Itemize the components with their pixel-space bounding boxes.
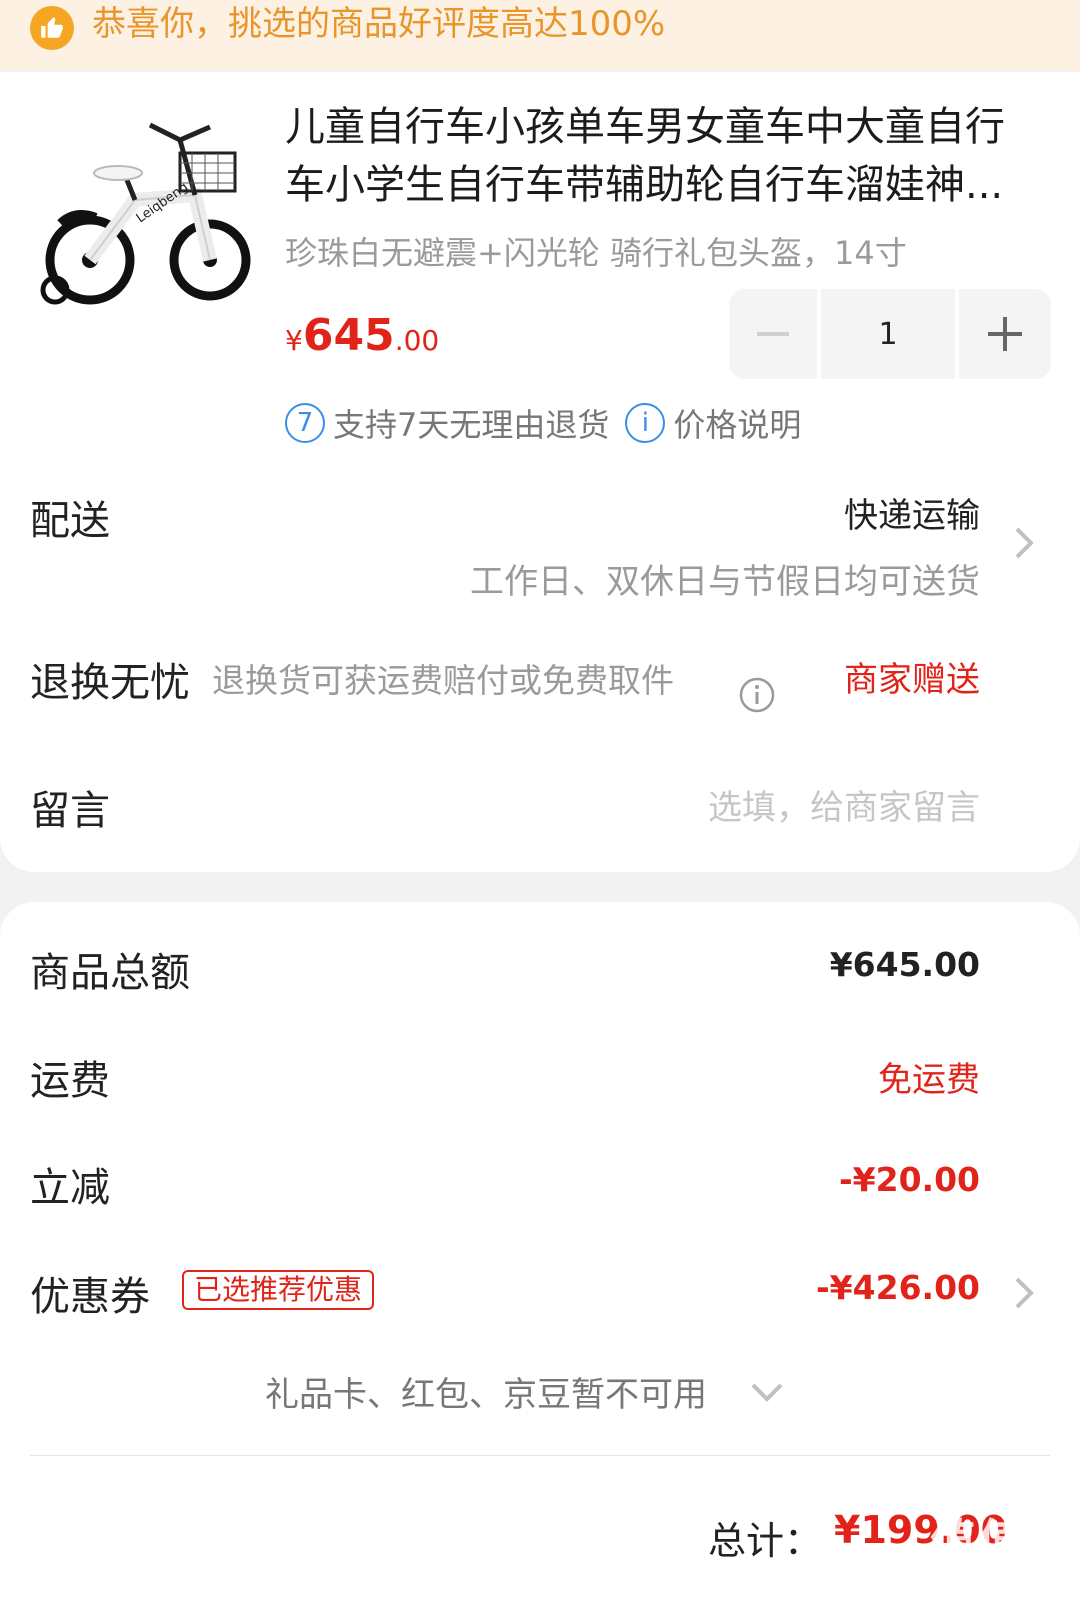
- product-title-line1: 儿童自行车小孩单车男女童车中大童自行: [285, 104, 1005, 150]
- plus-icon: [988, 317, 1022, 351]
- coupon-label: 优惠券: [30, 1274, 150, 1320]
- shipping-value: 免运费: [878, 1060, 980, 1100]
- returns-info-icon[interactable]: [739, 677, 775, 717]
- price-decimal: .00: [394, 324, 440, 357]
- price-explanation-link[interactable]: 价格说明: [673, 400, 801, 446]
- total-label: 总计：: [708, 1519, 823, 1563]
- product-image[interactable]: Leiqbeng: [30, 105, 260, 315]
- summary-divider: [30, 1455, 1050, 1456]
- top-banner: 恭喜你，挑选的商品好评度高达100%: [0, 0, 1080, 70]
- discount-value: -¥20.00: [838, 1160, 980, 1199]
- decrease-button[interactable]: [729, 289, 817, 379]
- coupon-chevron-right-icon[interactable]: [1012, 1275, 1036, 1315]
- delivery-label: 配送: [30, 498, 110, 544]
- message-label: 留言: [30, 788, 110, 834]
- product-title-line2: 车小学生自行车带辅助轮自行车溜娃神...: [285, 162, 1004, 208]
- minus-icon: [757, 332, 789, 336]
- increase-button[interactable]: [959, 289, 1051, 379]
- returns-value: 商家赠送: [844, 660, 980, 700]
- chevron-down-icon[interactable]: [750, 1380, 784, 1408]
- returns-detail: 退换货可获运费赔付或免费取件: [212, 661, 674, 700]
- goods-total-value: ¥645.00: [829, 945, 980, 984]
- delivery-method[interactable]: 快递运输: [844, 488, 980, 537]
- gift-card-unavailable-toggle[interactable]: 礼品卡、红包、京豆暂不可用: [265, 1367, 707, 1416]
- quantity-value[interactable]: 1: [821, 289, 955, 379]
- info-icon: i: [625, 403, 666, 443]
- discount-label: 立减: [30, 1165, 110, 1211]
- delivery-chevron-right-icon[interactable]: [1012, 525, 1036, 565]
- watermark-url: zhizhizhi.com: [930, 1590, 1052, 1611]
- return-policy-link[interactable]: 支持7天无理由退货: [333, 400, 609, 446]
- product-spec[interactable]: 珍珠白无避震+闪光轮 骑行礼包头盔，14寸: [285, 228, 907, 274]
- price-integer: 645: [302, 310, 395, 361]
- price-symbol: ¥: [285, 324, 303, 357]
- message-input[interactable]: 选填，给商家留言: [708, 780, 980, 829]
- seven-day-return-icon: 7: [285, 403, 325, 443]
- thumbs-up-icon: [30, 6, 74, 50]
- watermark-logo: 值值值: [930, 1514, 1074, 1568]
- goods-total-label: 商品总额: [30, 950, 190, 996]
- quantity-stepper: 1: [729, 289, 1051, 379]
- product-badges: 7 支持7天无理由退货 i 价格说明: [285, 400, 801, 446]
- coupon-value[interactable]: -¥426.00: [816, 1268, 980, 1307]
- delivery-detail: 工作日、双休日与节假日均可送货: [470, 562, 980, 602]
- coupon-recommended-tag: 已选推荐优惠: [182, 1270, 375, 1310]
- returns-label: 退换无忧: [30, 660, 190, 706]
- product-price: ¥645.00: [285, 310, 439, 361]
- shipping-label: 运费: [30, 1058, 110, 1104]
- banner-text: 恭喜你，挑选的商品好评度高达100%: [92, 4, 666, 44]
- product-title[interactable]: 儿童自行车小孩单车男女童车中大童自行 车小学生自行车带辅助轮自行车溜娃神...: [285, 98, 1045, 214]
